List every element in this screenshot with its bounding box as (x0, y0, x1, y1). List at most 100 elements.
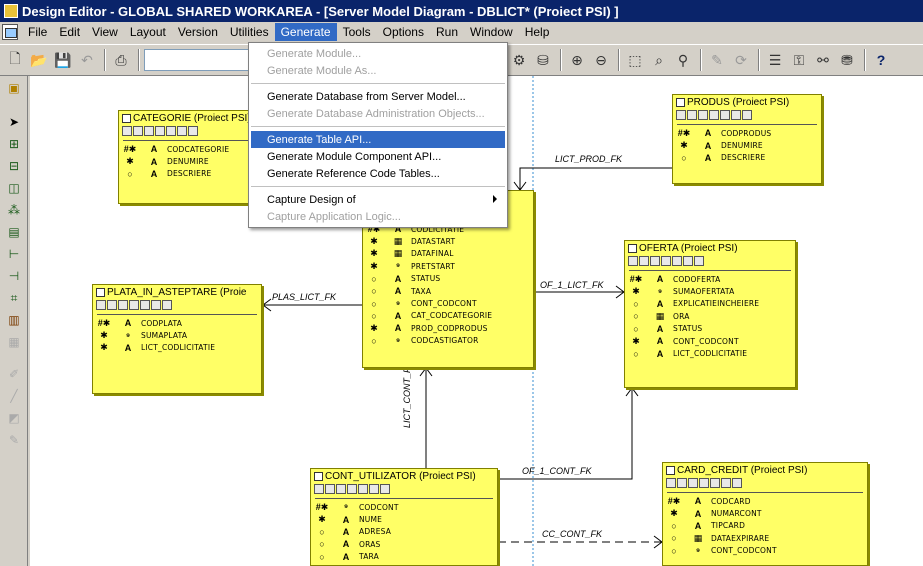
generate-module-as-item[interactable]: Generate Module As... (249, 62, 507, 79)
generate-db-admin-objects-item[interactable]: Generate Database Administration Objects… (249, 105, 507, 122)
menu-run[interactable]: Run (430, 23, 464, 41)
diagram-icon[interactable]: ⚿ (788, 49, 810, 71)
column-row[interactable]: ○ ▦ DATAEXPIRARE (663, 532, 867, 544)
relationship-tool-icon[interactable]: ⊣ (4, 266, 24, 286)
column-row[interactable]: ✱ A NUMARCONT (663, 507, 867, 519)
of-1-lict-fk-label[interactable]: OF_1_LICT_FK (540, 280, 604, 290)
database-tool-icon[interactable]: ▥ (4, 310, 24, 330)
menu-view[interactable]: View (86, 23, 124, 41)
edit-icon[interactable]: ✎ (706, 49, 728, 71)
menu-version[interactable]: Version (172, 23, 224, 41)
column-row[interactable]: ✱ A PROD_CODPRODUS (363, 322, 533, 334)
table-categorie[interactable]: CATEGORIE (Proiect PSI) #✱ A CODCATEGORIE ✱… (118, 110, 262, 204)
new-icon[interactable]: 🗋 (4, 49, 26, 71)
table-card-credit[interactable]: CARD_CREDIT (Proiect PSI) #✱ A CODCARD ✱ A NU… (662, 462, 868, 566)
column-row[interactable]: ✱ A NUME (311, 513, 497, 525)
foreign-key-tool-icon[interactable]: ⊢ (4, 244, 24, 264)
elements-icon[interactable]: ⚯ (812, 49, 834, 71)
column-row[interactable]: ✱ A CONT_CODCONT (625, 335, 795, 347)
generate-table-api-item[interactable]: Generate Table API... (251, 131, 505, 148)
column-row[interactable]: ○ A TIPCARD (663, 520, 867, 532)
view-tool-icon[interactable]: ⊟ (4, 156, 24, 176)
cluster-tool-icon[interactable]: ⁂ (4, 200, 24, 220)
column-row[interactable]: ○ A DESCRIERE (673, 152, 821, 164)
column-row[interactable]: ✱ A LICT_CODLICITATIE (93, 342, 261, 354)
column-row[interactable]: ○ A STATUS (363, 273, 533, 285)
zoom-in-icon[interactable]: ⊕ (566, 49, 588, 71)
sequence-tool-icon[interactable]: ▤ (4, 222, 24, 242)
find-icon[interactable]: ⌕ (648, 49, 670, 71)
table-produs[interactable]: PRODUS (Proiect PSI) #✱ A CODPRODUS ✱ A DENUM… (672, 94, 822, 184)
column-row[interactable]: #✱ A CODCARD (663, 495, 867, 507)
zoom-out-icon[interactable]: ⊖ (590, 49, 612, 71)
snapshot-tool-icon[interactable]: ◫ (4, 178, 24, 198)
lict-prod-fk-label[interactable]: LICT_PROD_FK (555, 154, 622, 164)
menu-options[interactable]: Options (377, 23, 430, 41)
column-row[interactable]: ✱ ▦ DATAFINAL (363, 248, 533, 260)
capture-icon[interactable]: ⛁ (532, 49, 554, 71)
column-row[interactable]: ✱ A DENUMIRE (119, 155, 261, 167)
plas-lict-fk-label[interactable]: PLAS_LICT_FK (272, 292, 336, 302)
generate-module-item[interactable]: Generate Module... (249, 45, 507, 62)
table-plata-in-asteptare[interactable]: PLATA_IN_ASTEPTARE (Proie #✱ A CODPLATA ✱ ⁹ S… (92, 284, 262, 394)
of-1-cont-fk-label[interactable]: OF_1_CONT_FK (522, 466, 592, 476)
column-row[interactable]: ○ A LICT_CODLICITATIE (625, 347, 795, 359)
generate-database-item[interactable]: Generate Database from Server Model... (249, 88, 507, 105)
save-icon[interactable]: 💾 (52, 49, 74, 71)
repository-icon[interactable]: ⛃ (836, 49, 858, 71)
menu-utilities[interactable]: Utilities (224, 23, 275, 41)
column-row[interactable]: ○ A ORAS (311, 538, 497, 550)
table-cont-utilizator[interactable]: CONT_UTILIZATOR (Proiect PSI) #✱ ⁹ CODCONT… (310, 468, 498, 566)
column-row[interactable]: ○ A CAT_CODCATEGORIE (363, 310, 533, 322)
menu-edit[interactable]: Edit (53, 23, 86, 41)
open-folder-icon[interactable]: 📂 (28, 49, 50, 71)
navigate-icon[interactable]: ⚲ (672, 49, 694, 71)
column-row[interactable]: ○ A EXPLICATIEINCHEIERE (625, 298, 795, 310)
table-oferta[interactable]: OFERTA (Proiect PSI) #✱ A CODOFERTA ✱ ⁹ SUMAO… (624, 240, 796, 388)
menu-file[interactable]: File (22, 23, 53, 41)
revert-icon[interactable]: ↶ (76, 49, 98, 71)
properties-icon[interactable]: ☰ (764, 49, 786, 71)
table-tool-icon[interactable]: ⊞ (4, 134, 24, 154)
menu-generate[interactable]: Generate (274, 23, 337, 41)
column-row[interactable]: #✱ ⁹ CODCONT (311, 501, 497, 513)
column-row[interactable]: ✱ ⁹ PRETSTART (363, 260, 533, 272)
print-icon[interactable]: ⎙ (110, 49, 132, 71)
column-row[interactable]: ✱ A DENUMIRE (673, 139, 821, 151)
column-row[interactable]: #✱ A CODPRODUS (673, 127, 821, 139)
navigator-icon[interactable]: ▣ (4, 78, 24, 98)
brush-icon[interactable]: ✐ (4, 364, 24, 384)
fill-icon[interactable]: ◩ (4, 408, 24, 428)
column-row[interactable]: ○ ▦ ORA (625, 310, 795, 322)
refresh-icon[interactable]: ⟳ (730, 49, 752, 71)
generate-module-component-api-item[interactable]: Generate Module Component API... (249, 148, 507, 165)
cc-cont-fk-label[interactable]: CC_CONT_FK (542, 529, 602, 539)
menu-window[interactable]: Window (464, 23, 519, 41)
capture-design-of-item[interactable]: Capture Design of (249, 191, 507, 208)
column-row[interactable]: ○ ⁹ CODCASTIGATOR (363, 335, 533, 347)
column-row[interactable]: ✱ ⁹ SUMAPLATA (93, 329, 261, 341)
generate-reference-code-tables-item[interactable]: Generate Reference Code Tables... (249, 165, 507, 182)
document-window-icon[interactable] (2, 24, 18, 40)
format-icon[interactable]: ✎ (4, 430, 24, 450)
line-style-icon[interactable]: ╱ (4, 386, 24, 406)
column-row[interactable]: #✱ A CODPLATA (93, 317, 261, 329)
generate-icon[interactable]: ⚙ (508, 49, 530, 71)
column-row[interactable]: ○ A ADRESA (311, 526, 497, 538)
column-row[interactable]: ○ A TARA (311, 551, 497, 563)
capture-application-logic-item[interactable]: Capture Application Logic... (249, 208, 507, 225)
column-row[interactable]: ✱ ⁹ SUMAOFERTATA (625, 285, 795, 297)
object-name-field[interactable] (144, 49, 254, 71)
column-row[interactable]: ○ A STATUS (625, 323, 795, 335)
key-tool-icon[interactable]: ⌗ (4, 288, 24, 308)
menu-help[interactable]: Help (519, 23, 556, 41)
column-row[interactable]: ✱ ▦ DATASTART (363, 235, 533, 247)
help-icon[interactable]: ? (870, 49, 892, 71)
column-row[interactable]: ○ A DESCRIERE (119, 168, 261, 180)
column-row[interactable]: ○ ⁹ CONT_CODCONT (363, 297, 533, 309)
link-tool-icon[interactable]: ▦ (4, 332, 24, 352)
column-row[interactable]: #✱ A CODCATEGORIE (119, 143, 261, 155)
lict-cont-fk-label[interactable]: LICT_CONT_FK (402, 361, 412, 428)
menu-layout[interactable]: Layout (124, 23, 172, 41)
pointer-icon[interactable]: ➤ (4, 112, 24, 132)
